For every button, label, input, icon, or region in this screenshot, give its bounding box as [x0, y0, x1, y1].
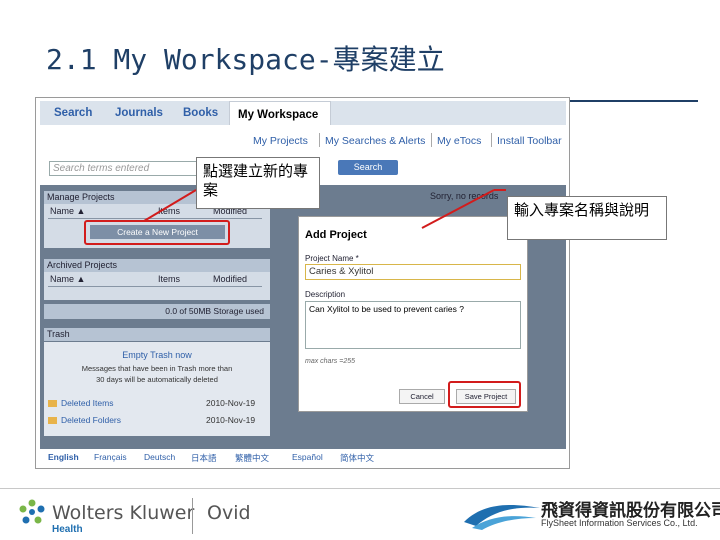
subnav-my-searches[interactable]: My Searches & Alerts — [325, 135, 425, 147]
subnav-separator — [431, 133, 432, 147]
max-chars-hint: max chars =255 — [305, 358, 355, 365]
empty-trash-link[interactable]: Empty Trash now — [44, 350, 270, 360]
deleted-items-link[interactable]: Deleted Items — [48, 398, 113, 408]
divider — [48, 286, 262, 287]
app-screenshot: Search Journals Books My Workspace My Pr… — [35, 97, 570, 469]
lang-simplified-chinese[interactable]: 简体中文 — [340, 452, 374, 464]
archived-projects-header: Archived Projects — [44, 259, 270, 272]
tab-search[interactable]: Search — [54, 107, 92, 119]
archived-projects-body: Name ▲ Items Modified — [44, 272, 270, 300]
search-button[interactable]: Search — [338, 160, 398, 175]
subnav-my-etocs[interactable]: My eTocs — [437, 135, 481, 147]
lang-espanol[interactable]: Español — [292, 452, 323, 462]
col-name[interactable]: Name ▲ — [50, 274, 85, 284]
divider — [48, 218, 262, 219]
deleted-items-date: 2010-Nov-19 — [206, 398, 256, 408]
callout-create-project: 點選建立新的專案 — [196, 157, 320, 209]
top-nav: Search Journals Books My Workspace — [40, 101, 566, 127]
tab-books[interactable]: Books — [183, 107, 218, 119]
lang-traditional-chinese[interactable]: 繁體中文 — [235, 452, 269, 464]
project-name-input[interactable]: Caries & Xylitol — [305, 264, 521, 280]
footer-rule — [0, 488, 720, 489]
col-items[interactable]: Items — [158, 274, 180, 284]
lang-deutsch[interactable]: Deutsch — [144, 452, 175, 462]
tab-journals[interactable]: Journals — [115, 107, 163, 119]
deleted-folders-label: Deleted Folders — [61, 415, 122, 425]
trash-body: Empty Trash now Messages that have been … — [44, 342, 270, 436]
lang-japanese[interactable]: 日本語 — [191, 452, 217, 464]
description-textarea[interactable]: Can Xylitol to be used to prevent caries… — [305, 301, 521, 349]
tab-my-workspace[interactable]: My Workspace — [229, 101, 331, 127]
flysheet-name-english: FlySheet Information Services Co., Ltd. — [541, 518, 698, 528]
folder-icon — [48, 400, 57, 408]
subnav-my-projects[interactable]: My Projects — [253, 135, 308, 147]
lang-francais[interactable]: Français — [94, 452, 127, 462]
col-name[interactable]: Name ▲ — [50, 206, 85, 216]
flysheet-logo-icon — [464, 504, 540, 530]
deleted-folders-link[interactable]: Deleted Folders — [48, 415, 121, 425]
search-input[interactable]: Search terms entered — [49, 161, 199, 176]
highlight-save-project — [448, 381, 521, 408]
trash-header: Trash — [44, 328, 270, 341]
callout-enter-name: 輸入專案名稱與說明 — [507, 196, 667, 240]
wolters-kluwer-name: Wolters Kluwer — [52, 502, 195, 524]
wolters-kluwer-health: Health — [52, 524, 83, 535]
deleted-folders-date: 2010-Nov-19 — [206, 415, 256, 425]
col-modified[interactable]: Modified — [213, 274, 247, 284]
lang-english[interactable]: English — [48, 452, 79, 462]
deleted-items-label: Deleted Items — [61, 398, 114, 408]
language-bar: English Français Deutsch 日本語 繁體中文 Españo… — [40, 449, 566, 466]
storage-usage: 0.0 of 50MB Storage used — [44, 304, 270, 319]
col-items[interactable]: Items — [158, 206, 180, 216]
trash-note-1: Messages that have been in Trash more th… — [81, 364, 233, 373]
project-name-label: Project Name * — [305, 254, 359, 263]
folder-icon — [48, 417, 57, 425]
highlight-create-project — [84, 220, 230, 245]
tab-my-workspace-label: My Workspace — [238, 109, 319, 121]
ovid-name: Ovid — [207, 502, 251, 524]
sub-nav: My Projects My Searches & Alerts My eToc… — [40, 125, 566, 155]
cancel-button[interactable]: Cancel — [399, 389, 445, 404]
subnav-separator — [319, 133, 320, 147]
subnav-separator — [491, 133, 492, 147]
description-label: Description — [305, 290, 346, 299]
dialog-title: Add Project — [305, 229, 367, 241]
app-window: Search Journals Books My Workspace My Pr… — [40, 101, 566, 466]
slide-title: 2.1 My Workspace-專案建立 — [46, 43, 445, 76]
subnav-install-toolbar[interactable]: Install Toolbar — [497, 135, 562, 147]
no-records-message: Sorry, no records — [430, 191, 499, 201]
wolters-kluwer-logo-icon — [19, 499, 45, 524]
title-rule — [560, 100, 698, 102]
footer-divider — [192, 498, 193, 534]
trash-note-2: 30 days will be automatically deleted — [96, 375, 218, 384]
